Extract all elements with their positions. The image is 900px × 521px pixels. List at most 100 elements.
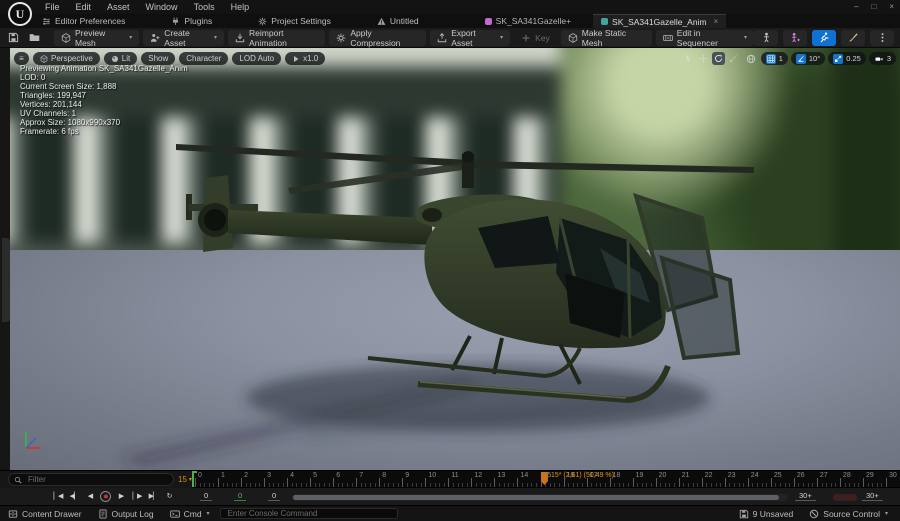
viewport-options-menu[interactable]: ≡ [14, 52, 29, 65]
unreal-engine-logo-icon[interactable]: U [8, 2, 32, 26]
collapsed-panel-strip[interactable] [0, 48, 10, 470]
tab-close-icon[interactable]: × [714, 17, 719, 26]
animation-mode-button[interactable] [812, 29, 836, 46]
ruler-frame-label: 14 [520, 472, 529, 479]
go-to-end-button[interactable]: ▶▏ [147, 490, 159, 502]
content-drawer-button[interactable]: Content Drawer [0, 506, 90, 521]
timeline-scrollbar-thumb[interactable] [293, 495, 779, 500]
create-asset-button[interactable]: Create Asset ▾ [143, 28, 225, 48]
make-static-mesh-button[interactable]: Make Static Mesh [560, 28, 652, 48]
ruler-frame-label: 24 [750, 472, 759, 479]
playhead-label: 15* (2,61) (50,49 %) [550, 472, 614, 479]
toggle-looping-button[interactable]: ↻ [163, 490, 175, 502]
ruler-frame-label: 10 [428, 472, 437, 479]
percentage-field[interactable]: 0 [268, 491, 281, 501]
console-command-box[interactable] [219, 508, 398, 519]
stat-line: Previewing Animation SK_SA341Gazelle_Ani… [20, 64, 188, 73]
menu-item[interactable]: Tools [187, 1, 222, 13]
range-zoom-bar[interactable] [833, 494, 857, 501]
maximize-button[interactable]: □ [871, 0, 876, 13]
chevron-down-icon: ▾ [214, 35, 218, 41]
close-button[interactable]: × [889, 0, 894, 13]
chevron-down-icon: ▾ [500, 35, 504, 41]
stat-line: Current Screen Size: 1,888 [20, 82, 117, 91]
console-input[interactable] [225, 508, 392, 519]
preview-skeleton-star-button[interactable] [783, 29, 807, 46]
ruler-frame-label: 3 [267, 472, 271, 479]
skeleton-button[interactable] [754, 29, 778, 46]
preview-mesh-button[interactable]: Preview Mesh ▾ [54, 28, 140, 48]
scale-tool[interactable] [727, 52, 740, 65]
mesh-stats-readout: Previewing Animation SK_SA341Gazelle_Ani… [20, 64, 188, 136]
timeline-controls-row: ▏◀ ◀▏ ◀ ● ▶ ▏▶ ▶▏ ↻ 0 0 0 30+ 30+ [0, 488, 900, 506]
apply-compression-button[interactable]: Apply Compression [329, 28, 427, 48]
view-mode-menu[interactable]: Lit [103, 52, 138, 65]
move-tool[interactable] [697, 52, 710, 65]
menu-item[interactable]: Asset [100, 1, 137, 13]
tab-sk-sa341gazelle-anim[interactable]: SK_SA341Gazelle_Anim × [593, 14, 727, 28]
ruler-frame-label: 23 [727, 472, 736, 479]
cmd-button[interactable]: Cmd ▾ [162, 506, 218, 521]
world-local-toggle[interactable] [745, 52, 758, 65]
menu-item[interactable]: File [38, 1, 67, 13]
ruler-frame-label: 12 [474, 472, 483, 479]
play-forward-button[interactable]: ▶ [115, 490, 127, 502]
source-control-button[interactable]: Source Control ▾ [801, 506, 896, 521]
ruler-frame-label: 5 [313, 472, 318, 479]
preview-viewport[interactable]: ≡ Perspective Lit Show Character LOD Aut… [0, 48, 900, 470]
export-asset-button[interactable]: Export Asset ▾ [430, 28, 511, 48]
asset-type-icon [601, 18, 609, 25]
camera-speed[interactable]: 3 [868, 52, 896, 65]
ruler-frame-label: 1 [221, 472, 225, 479]
output-log-button[interactable]: Output Log [90, 506, 162, 521]
paint-button[interactable] [841, 29, 865, 46]
step-forward-button[interactable]: ▏▶ [131, 490, 143, 502]
current-time-field[interactable]: 0 [234, 491, 247, 501]
go-to-front-button[interactable]: ▏◀ [52, 490, 64, 502]
untitled-level-button[interactable]: Untitled [371, 14, 425, 28]
menu-item[interactable]: Window [139, 1, 185, 13]
edit-in-sequencer-button[interactable]: Edit in Sequencer ▾ [655, 28, 754, 48]
more-options-button[interactable] [870, 29, 894, 46]
grid-snap[interactable]: 1 [760, 52, 788, 65]
minimize-button[interactable]: – [854, 0, 858, 13]
stat-line: Approx Size: 1080x990x370 [20, 118, 121, 127]
range-end-field-2[interactable]: 30+ [862, 491, 883, 501]
ruler-frame-label: 8 [382, 472, 387, 479]
current-frame-field[interactable]: 0 [200, 491, 213, 501]
perspective-menu[interactable]: Perspective [33, 52, 100, 65]
character-menu[interactable]: Character [179, 52, 229, 65]
ruler-frame-label: 2 [244, 472, 248, 479]
scale-snap[interactable]: 0.25 [828, 52, 866, 65]
editor-preferences-button[interactable]: Editor Preferences [36, 14, 131, 28]
project-settings-button[interactable]: Project Settings [252, 14, 337, 28]
record-button[interactable]: ● [100, 490, 111, 502]
current-frame-badge[interactable]: 15 ▾ [178, 475, 192, 484]
playback-speed-menu[interactable]: x1.0 [285, 52, 326, 65]
reimport-animation-button[interactable]: Reimport Animation [228, 28, 326, 48]
show-menu[interactable]: Show [141, 52, 176, 65]
key-button[interactable]: Key [514, 30, 557, 46]
lod-menu[interactable]: LOD Auto [232, 52, 282, 65]
play-backward-button[interactable]: ◀ [84, 490, 96, 502]
timeline-scrollbar[interactable] [292, 494, 788, 501]
ruler-frame-label: 25 [773, 472, 782, 479]
plugins-button[interactable]: Plugins [165, 14, 218, 28]
rotate-tool[interactable] [711, 52, 725, 65]
tab-sk-sa341gazelle[interactable]: SK_SA341Gazelle+ [477, 14, 579, 28]
select-tool[interactable] [682, 52, 695, 65]
menu-item[interactable]: Edit [69, 1, 99, 13]
browse-to-asset-button[interactable] [26, 30, 42, 45]
timeline-filter[interactable] [8, 473, 174, 486]
timeline-ruler[interactable]: 0123456789101112131415161718192021222324… [192, 471, 900, 488]
status-bar: Content Drawer Output Log Cmd ▾ Enter Co… [0, 505, 900, 521]
filter-input[interactable] [26, 474, 168, 485]
step-backward-button[interactable]: ◀▏ [68, 490, 80, 502]
rotation-snap[interactable]: 10° [790, 52, 826, 65]
main-toolbar: Preview Mesh ▾ Create Asset ▾ Reimport A… [0, 28, 900, 48]
menu-item[interactable]: Help [224, 1, 257, 13]
collapsed-panel-tab[interactable] [2, 238, 10, 322]
range-end-field[interactable]: 30+ [795, 491, 816, 501]
unsaved-button[interactable]: 9 Unsaved [731, 506, 802, 521]
save-button[interactable] [5, 30, 21, 45]
